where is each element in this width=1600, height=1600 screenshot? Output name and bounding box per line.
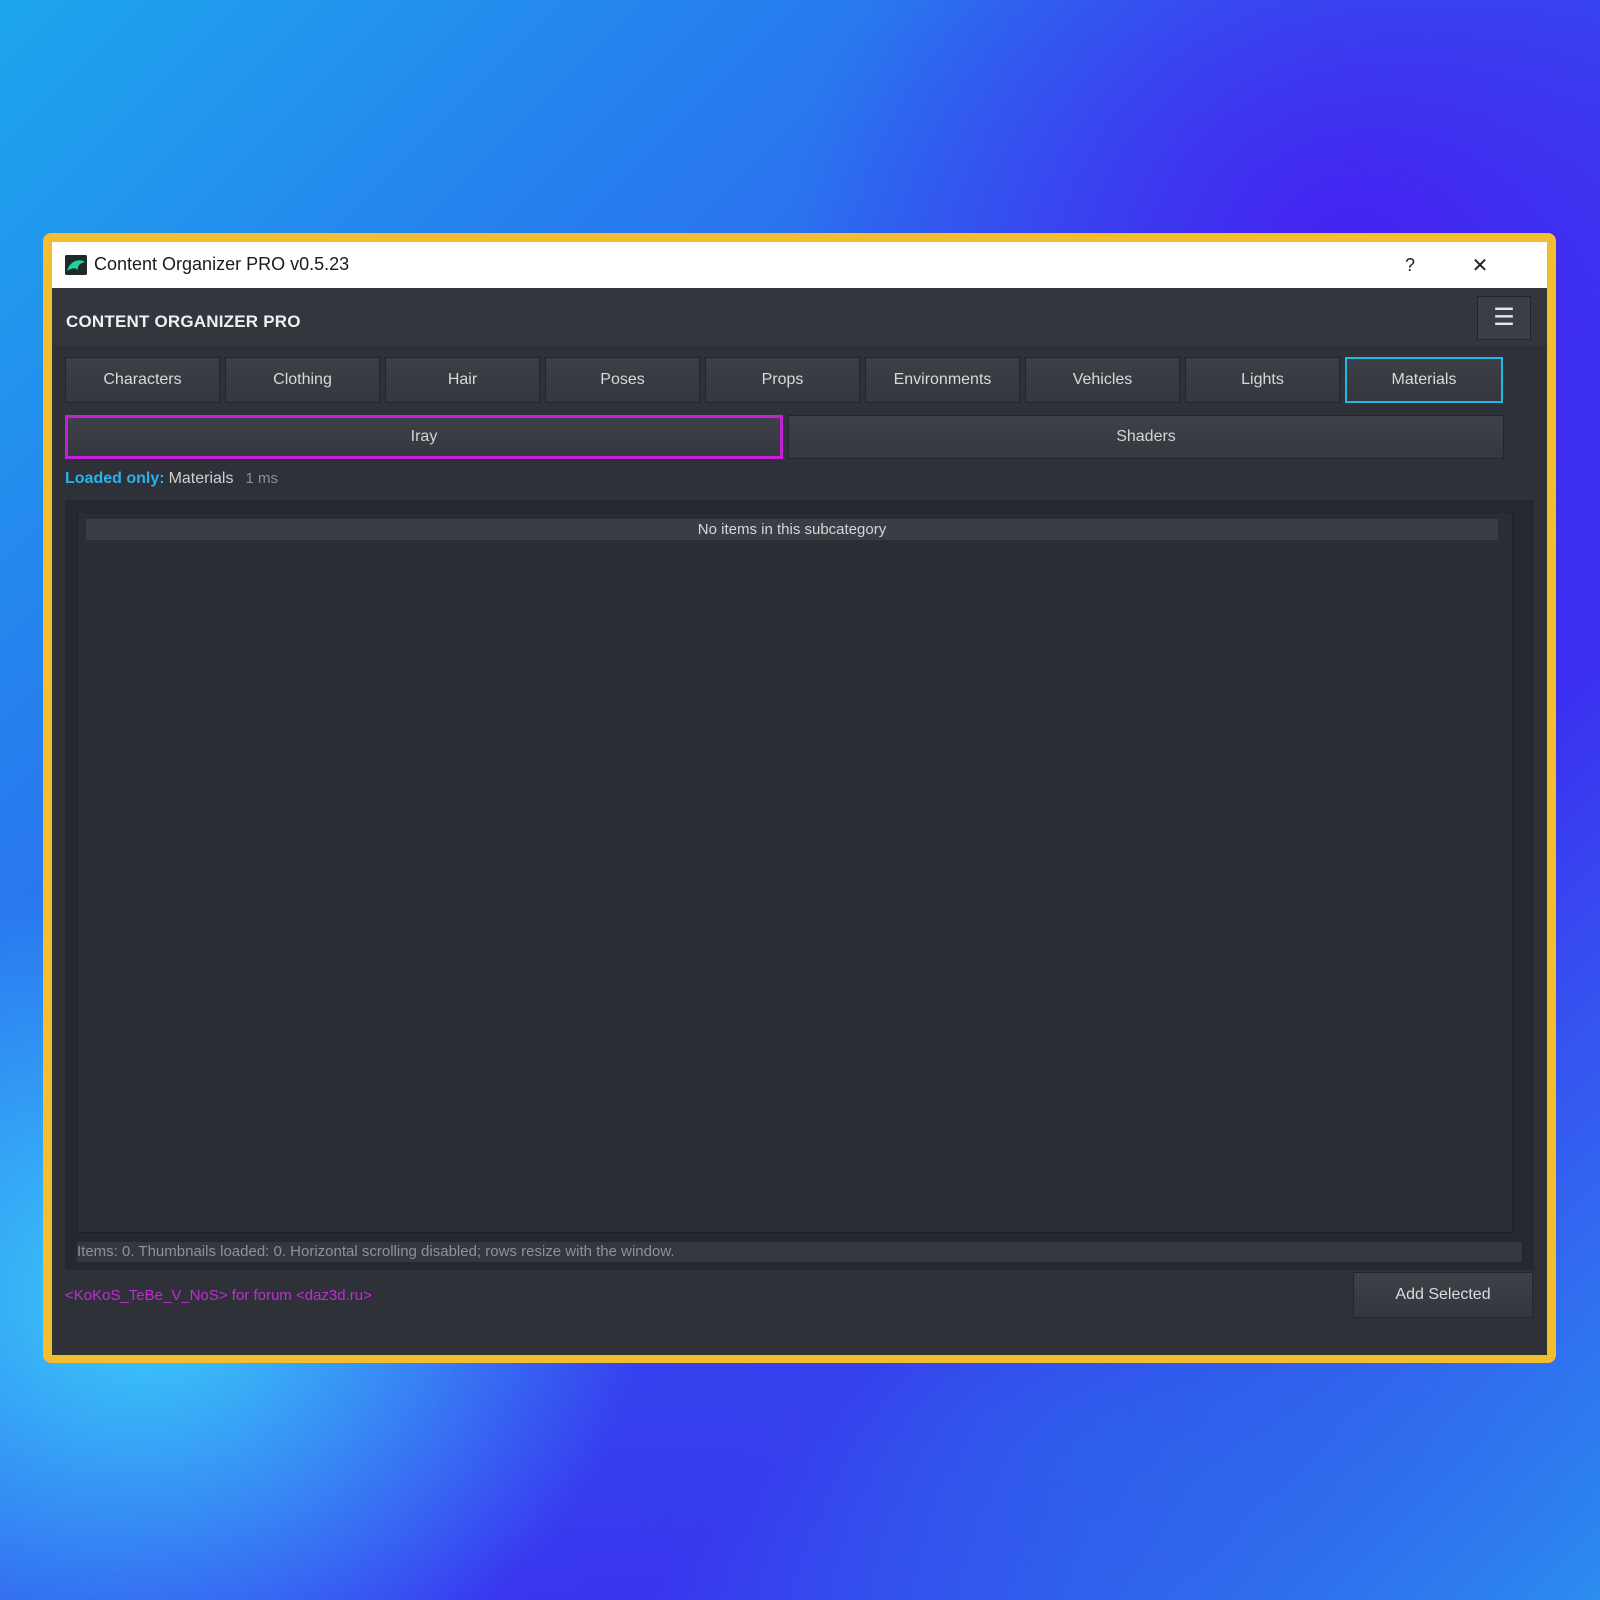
- help-button[interactable]: ?: [1387, 242, 1433, 288]
- tab-vehicles[interactable]: Vehicles: [1025, 357, 1180, 403]
- app-window: Content Organizer PRO v0.5.23 ? ✕ CONTEN…: [52, 242, 1547, 1355]
- close-button[interactable]: ✕: [1457, 242, 1503, 288]
- hamburger-icon: ☰: [1493, 304, 1515, 331]
- title-bar[interactable]: Content Organizer PRO v0.5.23 ? ✕: [52, 242, 1547, 288]
- tab-props[interactable]: Props: [705, 357, 860, 403]
- add-selected-button[interactable]: Add Selected: [1353, 1272, 1533, 1318]
- hamburger-menu-button[interactable]: ☰: [1477, 296, 1531, 340]
- subtab-shaders[interactable]: Shaders: [788, 415, 1504, 459]
- empty-message: No items in this subcategory: [86, 519, 1498, 540]
- load-status: Loaded only: Materials 1 ms: [65, 470, 278, 488]
- tab-poses[interactable]: Poses: [545, 357, 700, 403]
- window-title: Content Organizer PRO v0.5.23: [94, 254, 350, 274]
- loaded-only-label: Loaded only:: [65, 470, 165, 487]
- credit-text: <KoKoS_TeBe_V_NoS> for forum <daz3d.ru>: [65, 1287, 372, 1304]
- items-footer-status: Items: 0. Thumbnails loaded: 0. Horizont…: [77, 1242, 1522, 1262]
- tab-clothing[interactable]: Clothing: [225, 357, 380, 403]
- tab-hair[interactable]: Hair: [385, 357, 540, 403]
- items-panel: No items in this subcategory Items: 0. T…: [65, 500, 1534, 1270]
- load-time: 1 ms: [245, 470, 278, 487]
- subtab-iray[interactable]: Iray: [65, 415, 783, 459]
- tab-lights[interactable]: Lights: [1185, 357, 1340, 403]
- loaded-only-value: Materials: [168, 470, 234, 487]
- tab-materials[interactable]: Materials: [1345, 357, 1503, 403]
- items-list[interactable]: No items in this subcategory: [77, 514, 1513, 1233]
- category-tabs: Characters Clothing Hair Poses Props Env…: [65, 357, 1535, 405]
- tab-environments[interactable]: Environments: [865, 357, 1020, 403]
- tab-characters[interactable]: Characters: [65, 357, 220, 403]
- app-logo-icon: [65, 255, 87, 275]
- app-name: CONTENT ORGANIZER PRO: [66, 312, 301, 331]
